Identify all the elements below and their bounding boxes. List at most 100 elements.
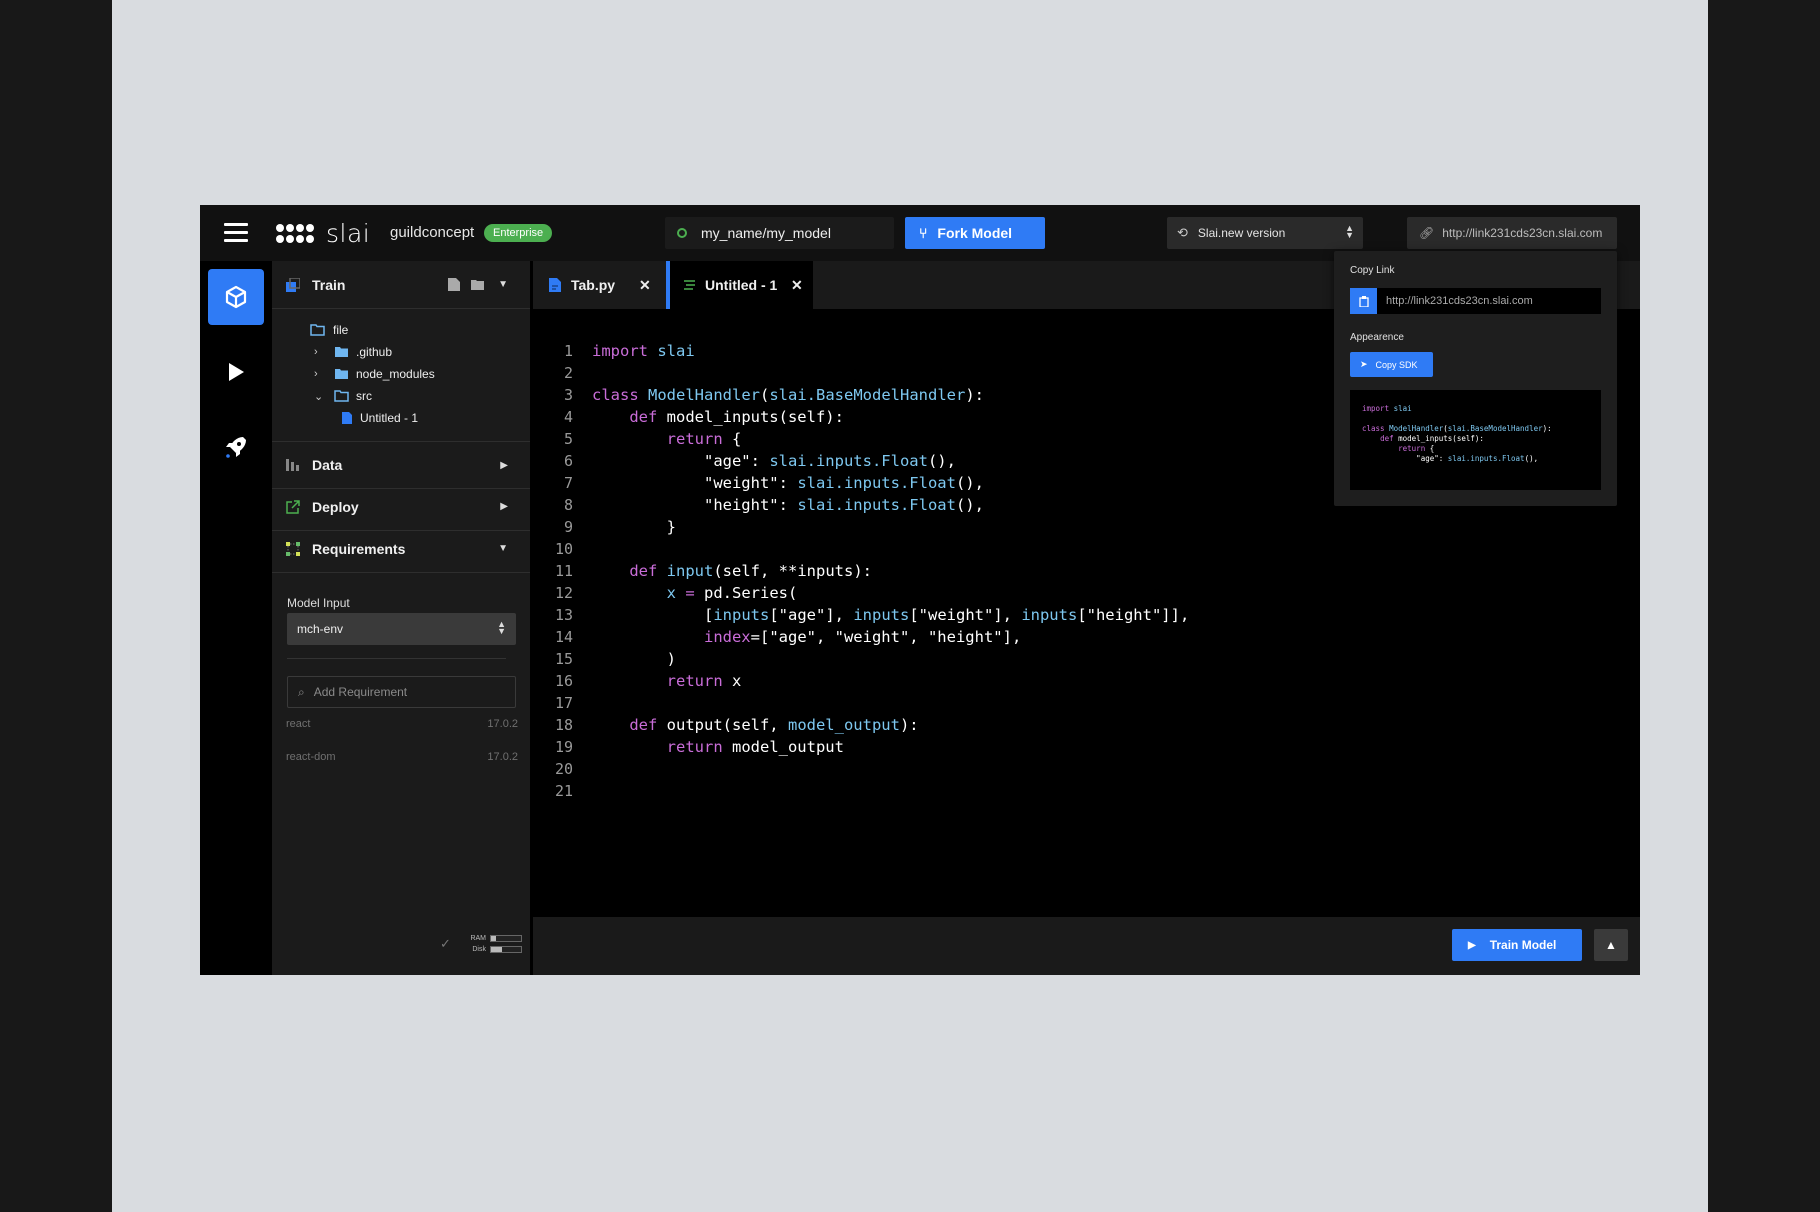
line-number: 13 xyxy=(554,606,573,624)
requirement-row[interactable]: react 17.0.2 xyxy=(286,718,518,730)
tree-item-file[interactable]: file xyxy=(310,319,348,341)
text-file-icon xyxy=(684,280,695,290)
chevron-down-icon: ⌄ xyxy=(314,390,324,403)
requirement-version: 17.0.2 xyxy=(487,718,518,730)
share-link-field[interactable]: 🔗︎ http://link231cds23cn.slai.com xyxy=(1407,217,1617,249)
rail-item-run[interactable] xyxy=(208,344,264,400)
code-token: ModelHandler xyxy=(648,386,760,404)
requirement-version: 17.0.2 xyxy=(487,751,518,763)
section-train-header[interactable]: Train ▼ xyxy=(272,261,530,309)
new-folder-icon[interactable] xyxy=(471,279,484,290)
code-token: (self, **inputs): xyxy=(713,562,872,580)
line-number: 16 xyxy=(554,672,573,690)
code-line: return { xyxy=(592,428,1189,450)
model-input-select[interactable]: mch-env ▲ ▼ xyxy=(287,613,516,645)
ram-label: RAM xyxy=(470,935,486,942)
tree-item-label: node_modules xyxy=(356,367,435,381)
code-token: slai xyxy=(657,342,695,360)
tree-item-src[interactable]: ⌄ src xyxy=(314,385,372,407)
code-token: def xyxy=(629,562,658,580)
line-number: 20 xyxy=(554,760,573,778)
left-rail xyxy=(200,261,272,975)
train-section-icon xyxy=(286,277,300,292)
code-line: "age": slai.inputs.Float(), xyxy=(1362,453,1601,463)
code-token: ["height"]], xyxy=(1077,606,1190,624)
code-token: model_inputs(self): xyxy=(657,408,844,426)
line-number: 11 xyxy=(554,562,573,580)
section-data-header[interactable]: Data ▶ xyxy=(272,441,530,489)
menu-icon[interactable] xyxy=(224,223,248,243)
add-requirement-input[interactable]: ⌕ Add Requirement xyxy=(287,676,516,708)
code-token: x xyxy=(722,672,742,690)
sdk-code-preview: import slai class ModelHandler(slai.Base… xyxy=(1350,390,1601,490)
train-model-button[interactable]: ▶ Train Model xyxy=(1452,929,1582,961)
line-number: 6 xyxy=(563,452,573,470)
code-line: "weight": slai.inputs.Float(), xyxy=(592,472,1189,494)
select-arrows-icon: ▲ ▼ xyxy=(497,619,506,636)
code-token: ["weight"], xyxy=(909,606,1022,624)
close-tab-icon[interactable]: ✕ xyxy=(639,277,651,294)
line-number: 10 xyxy=(554,540,573,558)
disk-bar xyxy=(490,946,522,953)
collapse-train-icon[interactable]: ▼ xyxy=(498,279,508,290)
ram-bar-fill xyxy=(491,936,496,941)
version-select[interactable]: ⟲ Slai.new version ▲ ▼ xyxy=(1167,217,1363,249)
code-line: def model_inputs(self): xyxy=(1362,433,1601,443)
line-number: 19 xyxy=(554,738,573,756)
code-token: def xyxy=(1380,434,1394,443)
copy-link-button[interactable] xyxy=(1350,288,1377,314)
logo[interactable]: slai xyxy=(276,219,370,248)
section-requirements-header[interactable]: Requirements ▼ xyxy=(272,525,530,573)
tree-item-label: .github xyxy=(356,345,393,359)
disk-bar-fill xyxy=(491,947,502,952)
code-content[interactable]: import slai class ModelHandler(slai.Base… xyxy=(592,340,1189,802)
requirement-row[interactable]: react-dom 17.0.2 xyxy=(286,751,518,763)
code-line: return model_output xyxy=(592,736,1189,758)
new-file-icon[interactable] xyxy=(448,278,460,291)
code-token: slai.inputs.Float xyxy=(797,496,956,514)
code-token: ): xyxy=(899,716,919,734)
tree-item-node-modules[interactable]: › node_modules xyxy=(314,363,435,385)
code-line: def input(self, **inputs): xyxy=(592,560,1189,582)
tab-tab-py[interactable]: Tab.py ✕ xyxy=(533,261,659,309)
tree-item-github[interactable]: › .github xyxy=(314,341,392,363)
rail-item-deploy[interactable] xyxy=(208,419,264,475)
divider xyxy=(287,658,506,659)
model-path-field[interactable]: my_name/my_model xyxy=(665,217,894,249)
code-line: return x xyxy=(592,670,1189,692)
close-tab-icon[interactable]: ✕ xyxy=(791,277,803,294)
tree-item-untitled[interactable]: Untitled - 1 xyxy=(342,407,418,429)
train-model-label: Train Model xyxy=(1489,938,1557,952)
org-name[interactable]: guildconcept xyxy=(390,224,474,241)
code-line: "age": slai.inputs.Float(), xyxy=(592,450,1189,472)
code-line: import slai xyxy=(592,340,1189,362)
sidebar: Train ▼ file › .github › node_modules ⌄ xyxy=(272,261,530,975)
check-icon: ✓ xyxy=(440,936,451,951)
section-deploy-header[interactable]: Deploy ▶ xyxy=(272,483,530,531)
app-window: slai guildconcept Enterprise my_name/my_… xyxy=(200,205,1640,975)
popover-link-text[interactable]: http://link231cds23cn.slai.com xyxy=(1377,288,1601,314)
line-number: 1 xyxy=(563,342,573,360)
line-number: 21 xyxy=(554,782,573,800)
code-line: index=["age", "weight", "height"], xyxy=(592,626,1189,648)
code-token: model_output xyxy=(787,716,900,734)
expand-panel-button[interactable]: ▲ xyxy=(1594,929,1628,961)
add-requirement-placeholder: Add Requirement xyxy=(313,685,408,699)
code-token: slai.BaseModelHandler xyxy=(769,386,966,404)
rail-item-train[interactable] xyxy=(208,269,264,325)
copy-link-label: Copy Link xyxy=(1350,265,1395,276)
fork-model-button[interactable]: ⑂ Fork Model xyxy=(905,217,1045,249)
code-token: ( xyxy=(760,386,770,404)
tree-item-label: Untitled - 1 xyxy=(360,411,419,425)
copy-sdk-button[interactable]: ➤ Copy SDK xyxy=(1350,352,1433,377)
data-chart-icon xyxy=(286,459,299,471)
tab-untitled-1[interactable]: Untitled - 1 ✕ xyxy=(666,261,813,309)
code-token: ) xyxy=(592,650,676,668)
